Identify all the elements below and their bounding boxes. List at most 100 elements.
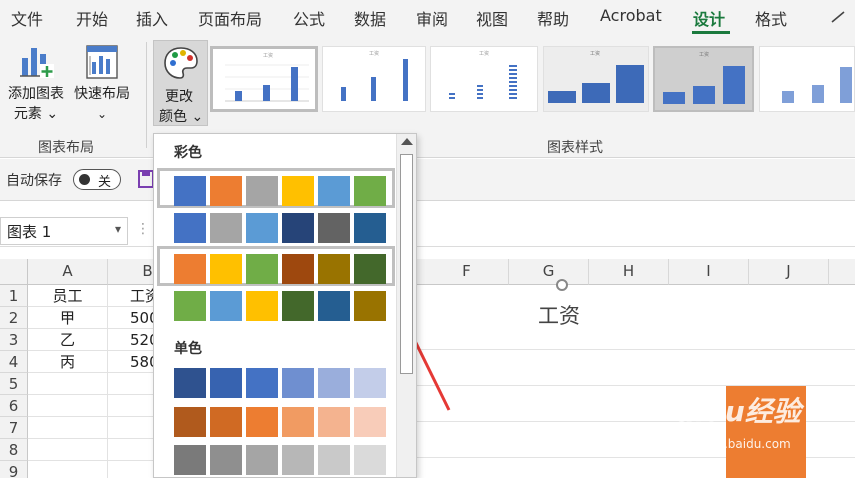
cell-b3[interactable]: 520 <box>108 329 155 351</box>
group-separator <box>146 42 147 148</box>
menu-view[interactable]: 视图 <box>476 6 508 30</box>
swatch <box>174 254 206 284</box>
chart-resize-handle[interactable] <box>556 279 568 291</box>
swatch <box>282 445 314 475</box>
save-icon[interactable] <box>138 170 154 188</box>
chart-style-5[interactable]: 工资 <box>653 46 754 112</box>
mono-palette-1[interactable] <box>157 363 395 403</box>
add-chart-element-label-2: 元素 ⌄ <box>13 106 59 122</box>
cell-b7[interactable] <box>108 417 155 439</box>
menu-format[interactable]: 格式 <box>755 6 787 30</box>
swatch <box>318 407 350 437</box>
swatch <box>354 445 386 475</box>
chart-style-4[interactable]: 工资 <box>543 46 649 112</box>
column-header-f[interactable]: F <box>425 259 509 285</box>
autosave-toggle[interactable]: 关 <box>73 169 121 190</box>
chart-style-2[interactable]: 工资 <box>322 46 426 112</box>
swatch <box>210 407 242 437</box>
cell-a5[interactable] <box>28 373 108 395</box>
row-header[interactable]: 4 <box>0 351 28 373</box>
row-header[interactable]: 8 <box>0 439 28 461</box>
menu-file[interactable]: 文件 <box>11 6 43 30</box>
scroll-thumb[interactable] <box>400 154 413 374</box>
chart-style-3[interactable]: 工资 <box>430 46 538 112</box>
active-tab-underline <box>692 31 730 34</box>
menu-data[interactable]: 数据 <box>354 6 386 30</box>
name-box-dropdown-icon[interactable]: ▾ <box>115 222 121 236</box>
select-all-corner[interactable] <box>0 259 28 285</box>
cell-a3[interactable]: 乙 <box>28 329 108 351</box>
quick-layout-label: 快速布局 <box>74 86 130 102</box>
column-header-h[interactable]: H <box>589 259 669 285</box>
swatch <box>210 254 242 284</box>
chart-style-3-title: 工资 <box>479 50 489 57</box>
swatch <box>354 291 386 321</box>
add-chart-element-button[interactable]: 添加图表 元素 ⌄ <box>4 42 68 124</box>
swatch <box>246 176 278 206</box>
cell-b8[interactable] <box>108 439 155 461</box>
swatch <box>174 368 206 398</box>
column-header-a[interactable]: A <box>28 259 108 285</box>
mono-palette-3[interactable] <box>157 440 395 477</box>
row-header[interactable]: 6 <box>0 395 28 417</box>
collapse-ribbon-icon[interactable] <box>831 10 845 24</box>
cell-b4[interactable]: 580 <box>108 351 155 373</box>
chart-style-2-preview: 工资 <box>341 50 408 101</box>
menu-page-layout[interactable]: 页面布局 <box>198 6 262 30</box>
swatch <box>246 407 278 437</box>
row-header[interactable]: 3 <box>0 329 28 351</box>
menu-acrobat[interactable]: Acrobat <box>600 6 662 25</box>
cell-b2[interactable]: 500 <box>108 307 155 329</box>
dropdown-scrollbar[interactable] <box>396 134 416 477</box>
colorful-palette-2[interactable] <box>157 208 395 248</box>
row-header[interactable]: 9 <box>0 461 28 478</box>
cell-a1[interactable]: 员工 <box>28 285 108 307</box>
add-chart-element-label-1: 添加图表 <box>8 86 64 102</box>
colorful-palette-1[interactable] <box>157 168 395 208</box>
swatch <box>246 254 278 284</box>
cell-a2[interactable]: 甲 <box>28 307 108 329</box>
row-header[interactable]: 1 <box>0 285 28 307</box>
menu-insert[interactable]: 插入 <box>136 6 168 30</box>
column-header-k[interactable] <box>829 259 855 285</box>
swatch <box>354 407 386 437</box>
cell-a9[interactable] <box>28 461 108 478</box>
column-header-j[interactable]: J <box>749 259 829 285</box>
chart-title[interactable]: 工资 <box>538 300 580 330</box>
cell-b1[interactable]: 工资 <box>108 285 155 307</box>
row-header[interactable]: 7 <box>0 417 28 439</box>
cell-a7[interactable] <box>28 417 108 439</box>
swatch <box>246 445 278 475</box>
cell-a4[interactable]: 丙 <box>28 351 108 373</box>
colorful-palette-3[interactable] <box>157 246 395 286</box>
change-colors-label-1: 更改 <box>165 89 193 105</box>
scroll-up-icon[interactable] <box>401 138 413 145</box>
name-box[interactable]: 图表 1 ▾ <box>0 217 128 245</box>
chart-style-1[interactable]: 工资 <box>210 46 318 112</box>
row-header[interactable]: 5 <box>0 373 28 395</box>
menu-design[interactable]: 设计 <box>693 6 725 30</box>
cell-a8[interactable] <box>28 439 108 461</box>
cell-b5[interactable] <box>108 373 155 395</box>
menu-bar: 文件 开始 插入 页面布局 公式 数据 审阅 视图 帮助 Acrobat 设计 … <box>0 0 855 36</box>
menu-home[interactable]: 开始 <box>76 6 108 30</box>
quick-layout-button[interactable]: 快速布局 ⌄ <box>70 42 134 124</box>
row-header[interactable]: 2 <box>0 307 28 329</box>
chart-style-6[interactable] <box>759 46 855 112</box>
menu-review[interactable]: 审阅 <box>416 6 448 30</box>
swatch <box>318 254 350 284</box>
colorful-palette-4[interactable] <box>157 286 395 326</box>
chart-style-6-preview <box>782 67 852 103</box>
cell-b6[interactable] <box>108 395 155 417</box>
mono-palette-2[interactable] <box>157 402 395 442</box>
cell-a6[interactable] <box>28 395 108 417</box>
menu-formulas[interactable]: 公式 <box>293 6 325 30</box>
menu-help[interactable]: 帮助 <box>537 6 569 30</box>
swatch <box>354 368 386 398</box>
change-colors-button[interactable]: 更改 颜色 ⌄ <box>153 40 208 126</box>
swatch <box>354 213 386 243</box>
column-header-g[interactable]: G <box>509 259 589 285</box>
cell-b9[interactable] <box>108 461 155 478</box>
add-chart-element-icon <box>20 48 54 78</box>
column-header-i[interactable]: I <box>669 259 749 285</box>
